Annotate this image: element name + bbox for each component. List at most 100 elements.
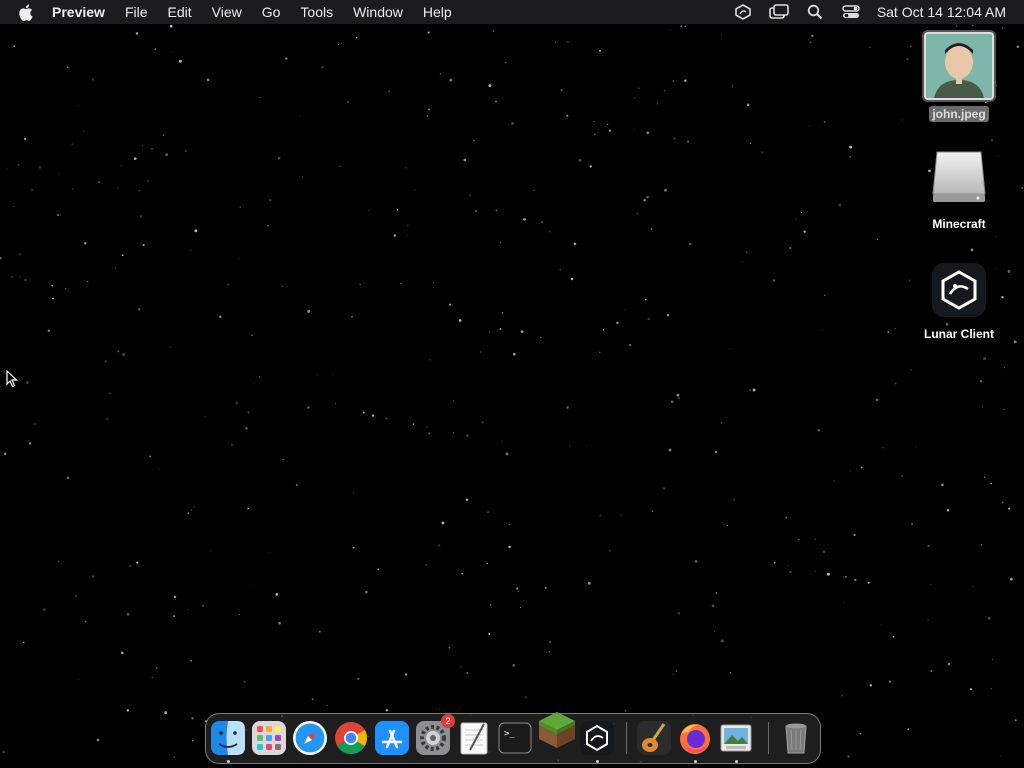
star [400, 282, 402, 285]
star [335, 403, 337, 405]
screen-mirroring-icon[interactable] [769, 3, 789, 21]
star [676, 393, 680, 397]
star [74, 595, 78, 598]
star [350, 315, 353, 318]
dock-lunar-client[interactable] [579, 720, 615, 756]
star [941, 483, 944, 486]
menu-bar-clock[interactable]: Sat Oct 14 12:04 AM [877, 4, 1006, 20]
star [540, 337, 542, 339]
star [720, 422, 722, 424]
dock-terminal[interactable]: >_ [497, 720, 533, 756]
dock-finder[interactable] [210, 720, 246, 756]
dock-safari[interactable] [292, 720, 328, 756]
dock-firefox[interactable] [677, 720, 713, 756]
star [192, 740, 194, 742]
star [894, 328, 896, 330]
dock-garageband[interactable] [636, 720, 672, 756]
dock-chrome[interactable] [333, 720, 369, 756]
desktop-icon-john-jpeg[interactable]: john.jpeg [909, 32, 1009, 122]
star [972, 586, 974, 588]
star [656, 103, 658, 105]
menu-view[interactable]: View [202, 0, 252, 24]
desktop-icon-minecraft[interactable]: Minecraft [909, 148, 1009, 231]
star [741, 261, 743, 263]
dock-minecraft[interactable] [537, 710, 577, 750]
menu-file[interactable]: File [115, 0, 158, 24]
star [570, 277, 574, 281]
star [247, 507, 250, 510]
star [729, 672, 732, 674]
star [573, 242, 577, 246]
star [245, 427, 248, 430]
star [624, 710, 627, 712]
garageband-icon [637, 721, 671, 755]
star [108, 392, 111, 395]
star [877, 238, 879, 240]
star [684, 79, 687, 82]
menu-edit[interactable]: Edit [158, 0, 202, 24]
star [277, 156, 281, 160]
star [646, 195, 649, 199]
star [146, 179, 149, 182]
star [907, 728, 910, 731]
star [463, 158, 467, 162]
star [52, 297, 54, 300]
star [841, 695, 843, 697]
star [87, 281, 89, 283]
star [83, 130, 85, 132]
dock-launchpad[interactable] [251, 720, 287, 756]
star [569, 445, 571, 447]
menu-go[interactable]: Go [252, 0, 291, 24]
star [585, 445, 587, 446]
star [488, 632, 491, 636]
star [512, 664, 516, 667]
control-center-icon[interactable] [841, 3, 861, 21]
star [860, 466, 863, 469]
chrome-icon [335, 722, 367, 754]
star [992, 659, 994, 661]
star [406, 234, 408, 236]
star [385, 709, 389, 712]
star [853, 533, 856, 537]
star [787, 564, 789, 567]
star [412, 423, 415, 426]
dock-textedit[interactable] [456, 720, 492, 756]
menu-window[interactable]: Window [343, 0, 413, 24]
spotlight-search-icon[interactable] [805, 3, 825, 21]
star [634, 97, 635, 99]
star [413, 189, 416, 191]
star [894, 382, 897, 385]
dock-system-settings[interactable]: 2 [415, 714, 455, 756]
star [77, 104, 79, 107]
menu-help[interactable]: Help [413, 0, 462, 24]
desktop-icon-lunar-client[interactable]: Lunar Client [909, 262, 1009, 341]
star [946, 508, 950, 512]
star [38, 166, 42, 169]
star [78, 679, 80, 680]
dock-trash[interactable] [778, 720, 814, 756]
star [524, 695, 528, 699]
finder-icon [211, 721, 245, 755]
star [972, 24, 974, 27]
star [867, 581, 870, 584]
star [247, 411, 250, 414]
star [64, 287, 67, 290]
star [599, 351, 601, 353]
star [66, 66, 69, 69]
star [91, 78, 95, 81]
star [548, 640, 552, 644]
star [646, 131, 650, 135]
star [662, 487, 666, 490]
star [406, 224, 409, 227]
star [126, 612, 130, 616]
lunar-client-status-icon[interactable] [733, 3, 753, 21]
dock-preview[interactable] [718, 720, 754, 756]
dock-app-store[interactable] [374, 720, 410, 756]
menu-app-preview[interactable]: Preview [42, 0, 115, 24]
menu-tools[interactable]: Tools [290, 0, 343, 24]
firefox-icon [680, 724, 710, 754]
star [158, 468, 160, 470]
star [620, 514, 622, 516]
apple-menu-icon[interactable] [16, 0, 34, 24]
star [548, 651, 551, 653]
